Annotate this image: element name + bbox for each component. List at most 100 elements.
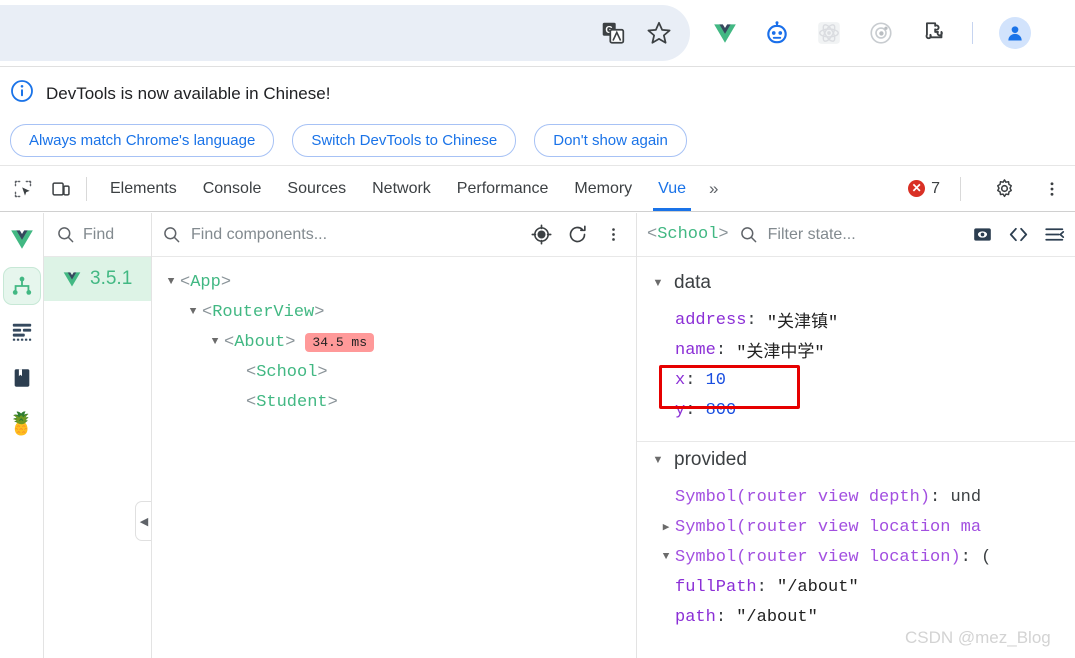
state-key: Symbol(router view location ma [675, 517, 982, 537]
state-inspector-toolbar: <School> Filter state... [637, 213, 1075, 257]
devtools-language-banner: DevTools is now available in Chinese! Al… [0, 66, 1075, 165]
state-value: 800 [705, 400, 737, 420]
component-tree-panel: Find components... ▼ < App > ▼ < RouterV… [152, 213, 637, 658]
state-value: "/about" [777, 577, 859, 597]
collapse-all-icon[interactable] [1041, 222, 1067, 248]
tree-more-icon[interactable] [600, 222, 626, 248]
sidebar-collapse-handle[interactable]: ◀ [135, 501, 151, 541]
toolbar-divider [972, 22, 973, 44]
omnibox[interactable]: G [0, 5, 690, 61]
find-components-input[interactable]: Find components... [191, 226, 518, 244]
state-value: ( [981, 547, 992, 567]
translate-icon[interactable]: G [600, 20, 626, 46]
atom-extension-icon[interactable] [868, 20, 894, 46]
tree-node-about[interactable]: ▼ < About > 34.5 ms [152, 327, 636, 357]
state-row[interactable]: ▼ Symbol(router view location): ( [637, 542, 1075, 572]
vue-app-sidebar: Find 3.5.1 ◀ [44, 213, 152, 658]
state-group-title: data [674, 272, 711, 293]
profile-avatar[interactable] [999, 17, 1031, 49]
expand-caret-icon[interactable]: ▼ [657, 551, 675, 563]
state-row[interactable]: ▶ Symbol(router view location ma [637, 512, 1075, 542]
refresh-icon[interactable] [564, 222, 590, 248]
vue-sidebar-rail: 🍍 [0, 213, 44, 658]
state-row-y[interactable]: y: 800 [637, 395, 1075, 425]
app-list-item[interactable]: 3.5.1 [44, 257, 151, 301]
state-value: 10 [705, 370, 727, 390]
state-row[interactable]: path: "/about" [637, 602, 1075, 632]
tree-node-label: App [190, 272, 221, 292]
state-key: fullPath [675, 577, 757, 597]
inspect-dom-icon[interactable] [969, 222, 995, 248]
inspect-element-icon[interactable] [8, 174, 38, 204]
tab-elements[interactable]: Elements [97, 166, 190, 211]
state-row[interactable]: fullPath: "/about" [637, 572, 1075, 602]
filter-state-input[interactable]: Filter state... [768, 226, 959, 244]
rail-item-timeline[interactable] [3, 313, 41, 351]
rail-item-pinia[interactable]: 🍍 [3, 405, 41, 443]
state-row-x[interactable]: x: 10 [637, 365, 1075, 395]
rail-item-documentation[interactable] [3, 359, 41, 397]
tab-memory[interactable]: Memory [561, 166, 645, 211]
switch-to-chinese-button[interactable]: Switch DevTools to Chinese [292, 124, 517, 157]
tabstrip-divider [86, 176, 87, 201]
open-in-editor-icon[interactable] [1005, 222, 1031, 248]
devtools-more-icon[interactable] [1037, 174, 1067, 204]
gear-icon[interactable] [989, 174, 1019, 204]
state-inspector-panel: <School> Filter state... ▼ data address … [637, 213, 1075, 658]
selected-component-label: <School> [647, 225, 729, 244]
error-icon: ✕ [908, 180, 926, 197]
expand-caret-icon[interactable]: ▼ [651, 454, 665, 466]
extensions-puzzle-icon[interactable] [920, 20, 946, 46]
expand-caret-icon[interactable]: ▶ [657, 520, 675, 534]
devtools-tab-list: Elements Console Sources Network Perform… [97, 166, 729, 211]
bookmark-star-icon[interactable] [646, 20, 672, 46]
pineapple-icon: 🍍 [7, 411, 36, 436]
state-inspector-body: ▼ data address: "关津镇" name: "关津中学" x: 10… [637, 257, 1075, 658]
expand-caret-icon[interactable]: ▼ [184, 306, 202, 318]
tree-node-app[interactable]: ▼ < App > [152, 267, 636, 297]
select-component-icon[interactable] [528, 222, 554, 248]
expand-caret-icon[interactable]: ▼ [651, 277, 665, 289]
sidebar-search-input[interactable]: Find [44, 213, 151, 257]
tabs-overflow-icon[interactable]: » [699, 179, 728, 199]
tree-node-label: About [234, 332, 286, 352]
state-row[interactable]: name: "关津中学" [637, 335, 1075, 365]
state-group-provided[interactable]: ▼ provided [637, 442, 1075, 478]
rail-item-components[interactable] [2, 267, 41, 305]
tree-node-label: RouterView [212, 302, 315, 322]
extension-icons [712, 0, 1031, 66]
tree-node-student[interactable]: < Student > [152, 387, 636, 417]
vue-devtools-panel: 🍍 Find 3.5.1 ◀ Find components... ▼ < Ap… [0, 213, 1075, 658]
state-row[interactable]: Symbol(router view depth): und [637, 482, 1075, 512]
device-toolbar-icon[interactable] [46, 174, 76, 204]
dont-show-again-button[interactable]: Don't show again [534, 124, 687, 157]
always-match-language-button[interactable]: Always match Chrome's language [10, 124, 275, 157]
vue-devtools-extension-icon[interactable] [712, 20, 738, 46]
tab-vue[interactable]: Vue [645, 166, 699, 211]
state-key: name [675, 340, 716, 360]
state-group-data-rows: address: "关津镇" name: "关津中学" x: 10 y: 800 [637, 301, 1075, 435]
vue-app-icon [63, 272, 81, 287]
tree-node-label: School [256, 362, 318, 382]
robot-extension-icon[interactable] [764, 20, 790, 46]
expand-caret-icon[interactable]: ▼ [162, 276, 180, 288]
react-devtools-extension-icon[interactable] [816, 20, 842, 46]
tree-node-routerview[interactable]: ▼ < RouterView > [152, 297, 636, 327]
state-group-title: provided [674, 449, 747, 470]
banner-message: DevTools is now available in Chinese! [46, 83, 331, 103]
sidebar-search-placeholder: Find [83, 225, 115, 243]
tab-network[interactable]: Network [359, 166, 444, 211]
state-key: y [675, 400, 686, 420]
state-row[interactable]: address: "关津镇" [637, 305, 1075, 335]
expand-caret-icon[interactable]: ▼ [206, 336, 224, 348]
state-key: path [675, 607, 716, 627]
error-count-badge[interactable]: ✕ 7 [908, 180, 940, 198]
tab-console[interactable]: Console [190, 166, 275, 211]
chevron-left-icon: ◀ [139, 515, 149, 528]
state-key: Symbol(router view depth) [675, 487, 931, 507]
tree-node-school[interactable]: < School > [152, 357, 636, 387]
state-key: Symbol(router view location) [675, 547, 961, 567]
state-group-data[interactable]: ▼ data [637, 265, 1075, 301]
tab-performance[interactable]: Performance [444, 166, 562, 211]
tab-sources[interactable]: Sources [274, 166, 359, 211]
